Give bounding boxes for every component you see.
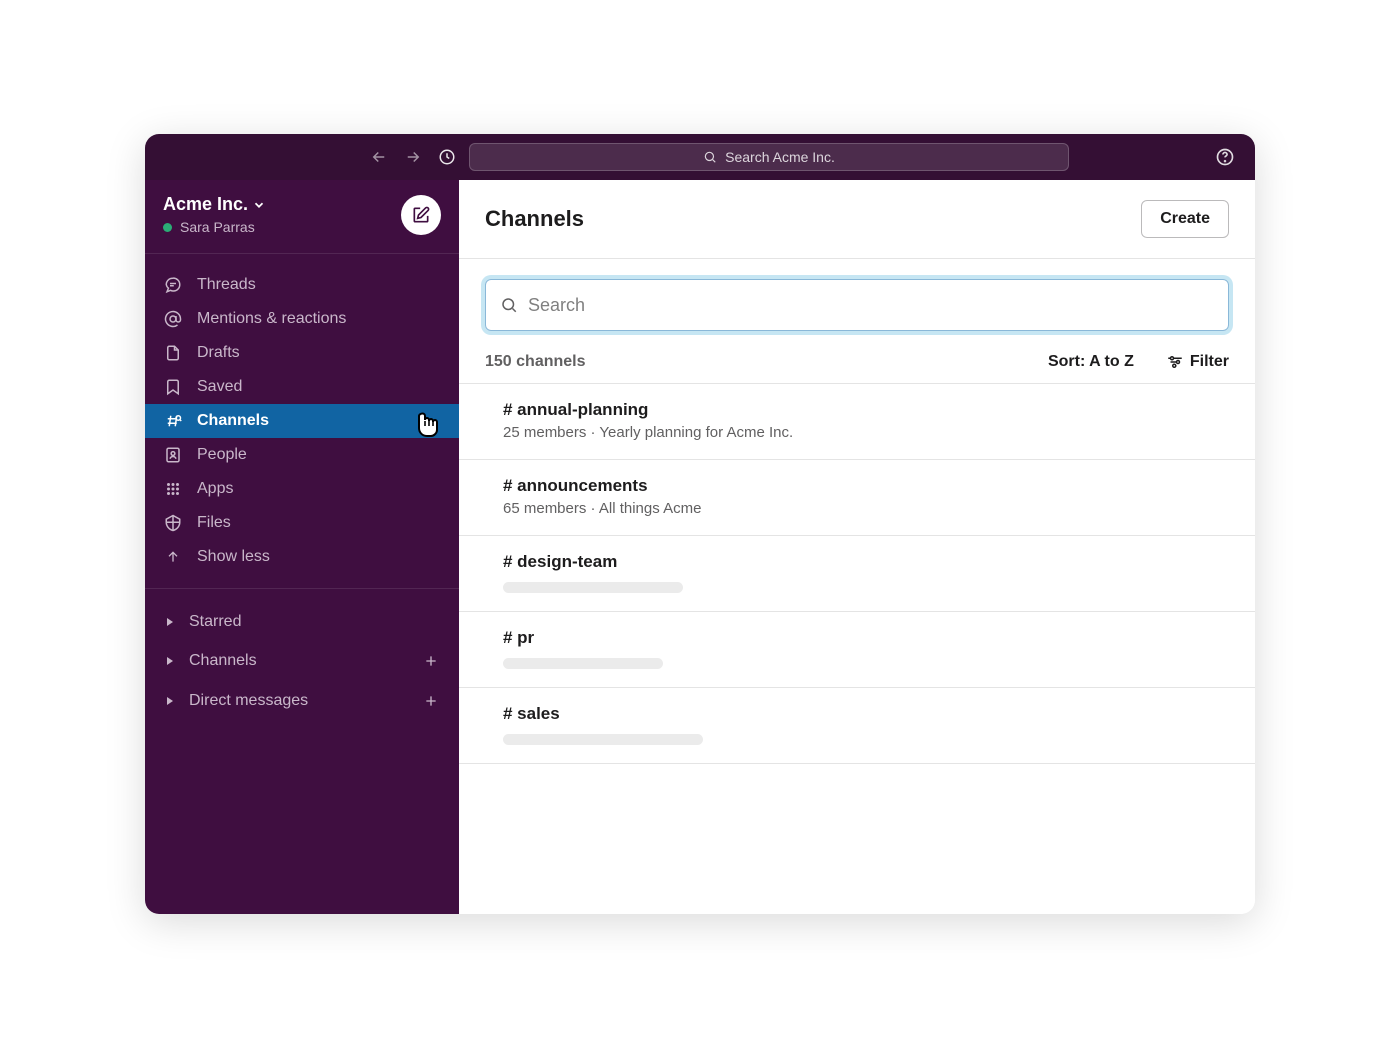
nav-people[interactable]: People	[145, 438, 459, 472]
caret-right-icon	[163, 694, 177, 708]
help-icon	[1215, 147, 1235, 167]
channel-meta-row: 150 channels Sort: A to Z Filter	[459, 331, 1255, 384]
drafts-icon	[163, 343, 183, 363]
channel-name: # announcements	[503, 476, 1229, 496]
workspace-switcher[interactable]: Acme Inc. Sara Parras	[163, 194, 401, 235]
search-icon	[500, 296, 518, 314]
apps-icon	[163, 479, 183, 499]
channels-browse-icon	[163, 411, 183, 431]
channel-item[interactable]: # pr	[459, 612, 1255, 688]
nav-label: Files	[197, 514, 231, 532]
forward-button[interactable]	[399, 143, 427, 171]
add-channel-button[interactable]	[421, 651, 441, 671]
bookmark-icon	[163, 377, 183, 397]
arrow-left-icon	[370, 148, 388, 166]
arrow-up-icon	[163, 547, 183, 567]
chevron-down-icon	[252, 198, 266, 212]
nav-label: Apps	[197, 480, 233, 498]
channel-search-input[interactable]	[528, 295, 1214, 316]
section-starred[interactable]: Starred	[145, 603, 459, 641]
channel-name: # design-team	[503, 552, 1229, 572]
nav-label: Show less	[197, 548, 270, 566]
nav-saved[interactable]: Saved	[145, 370, 459, 404]
channel-name: # sales	[503, 704, 1229, 724]
nav-files[interactable]: Files	[145, 506, 459, 540]
filter-label: Filter	[1190, 353, 1229, 371]
nav-list: Threads Mentions & reactions Drafts	[145, 254, 459, 588]
placeholder-bar	[503, 734, 703, 745]
page-title: Channels	[485, 206, 1141, 232]
section-label: Channels	[189, 652, 409, 670]
channel-search-row	[459, 259, 1255, 331]
compose-button[interactable]	[401, 195, 441, 235]
channel-item[interactable]: # sales	[459, 688, 1255, 764]
compose-icon	[411, 205, 431, 225]
app-window: Search Acme Inc. Acme Inc. Sara Parras	[145, 134, 1255, 914]
topbar-nav	[161, 143, 461, 171]
nav-threads[interactable]: Threads	[145, 268, 459, 302]
workspace-name: Acme Inc.	[163, 194, 248, 215]
add-dm-button[interactable]	[421, 691, 441, 711]
section-label: Starred	[189, 613, 441, 631]
filter-icon	[1166, 353, 1184, 371]
sidebar-header: Acme Inc. Sara Parras	[145, 180, 459, 254]
sidebar-sections: Starred Channels Direct messages	[145, 588, 459, 735]
presence-indicator	[163, 223, 172, 232]
sort-button[interactable]: Sort: A to Z	[1048, 353, 1134, 371]
plus-icon	[423, 693, 439, 709]
clock-icon	[438, 148, 456, 166]
app-body: Acme Inc. Sara Parras	[145, 180, 1255, 914]
nav-channels[interactable]: Channels	[145, 404, 459, 438]
main-header: Channels Create	[459, 180, 1255, 259]
caret-right-icon	[163, 654, 177, 668]
placeholder-bar	[503, 582, 683, 593]
channel-item[interactable]: # announcements 65 members · All things A…	[459, 460, 1255, 536]
channel-name: # annual-planning	[503, 400, 1229, 420]
topbar-right	[1211, 143, 1239, 171]
channel-meta: 25 members · Yearly planning for Acme In…	[503, 424, 1229, 441]
global-search[interactable]: Search Acme Inc.	[469, 143, 1069, 171]
channel-search[interactable]	[485, 279, 1229, 331]
plus-icon	[423, 653, 439, 669]
placeholder-bar	[503, 658, 663, 669]
nav-label: Saved	[197, 378, 242, 396]
mentions-icon	[163, 309, 183, 329]
topbar: Search Acme Inc.	[145, 134, 1255, 180]
help-button[interactable]	[1211, 143, 1239, 171]
arrow-right-icon	[404, 148, 422, 166]
main: Channels Create 150 channels Sort: A to …	[459, 180, 1255, 914]
channel-count: 150 channels	[485, 353, 1048, 371]
filter-button[interactable]: Filter	[1166, 353, 1229, 371]
nav-apps[interactable]: Apps	[145, 472, 459, 506]
section-dms[interactable]: Direct messages	[145, 681, 459, 721]
nav-label: Channels	[197, 412, 269, 430]
channel-list: # annual-planning 25 members · Yearly pla…	[459, 384, 1255, 914]
nav-label: Drafts	[197, 344, 240, 362]
back-button[interactable]	[365, 143, 393, 171]
nav-label: People	[197, 446, 247, 464]
user-name: Sara Parras	[180, 219, 255, 235]
global-search-placeholder: Search Acme Inc.	[725, 149, 835, 165]
caret-right-icon	[163, 615, 177, 629]
section-channels[interactable]: Channels	[145, 641, 459, 681]
nav-label: Mentions & reactions	[197, 310, 346, 328]
nav-drafts[interactable]: Drafts	[145, 336, 459, 370]
create-button[interactable]: Create	[1141, 200, 1229, 238]
channel-meta: 65 members · All things Acme	[503, 500, 1229, 517]
people-icon	[163, 445, 183, 465]
sidebar: Acme Inc. Sara Parras	[145, 180, 459, 914]
files-icon	[163, 513, 183, 533]
threads-icon	[163, 275, 183, 295]
nav-mentions[interactable]: Mentions & reactions	[145, 302, 459, 336]
nav-show-less[interactable]: Show less	[145, 540, 459, 574]
channel-item[interactable]: # annual-planning 25 members · Yearly pla…	[459, 384, 1255, 460]
channel-item[interactable]: # design-team	[459, 536, 1255, 612]
nav-label: Threads	[197, 276, 256, 294]
channel-name: # pr	[503, 628, 1229, 648]
section-label: Direct messages	[189, 692, 409, 710]
history-button[interactable]	[433, 143, 461, 171]
search-icon	[703, 150, 717, 164]
